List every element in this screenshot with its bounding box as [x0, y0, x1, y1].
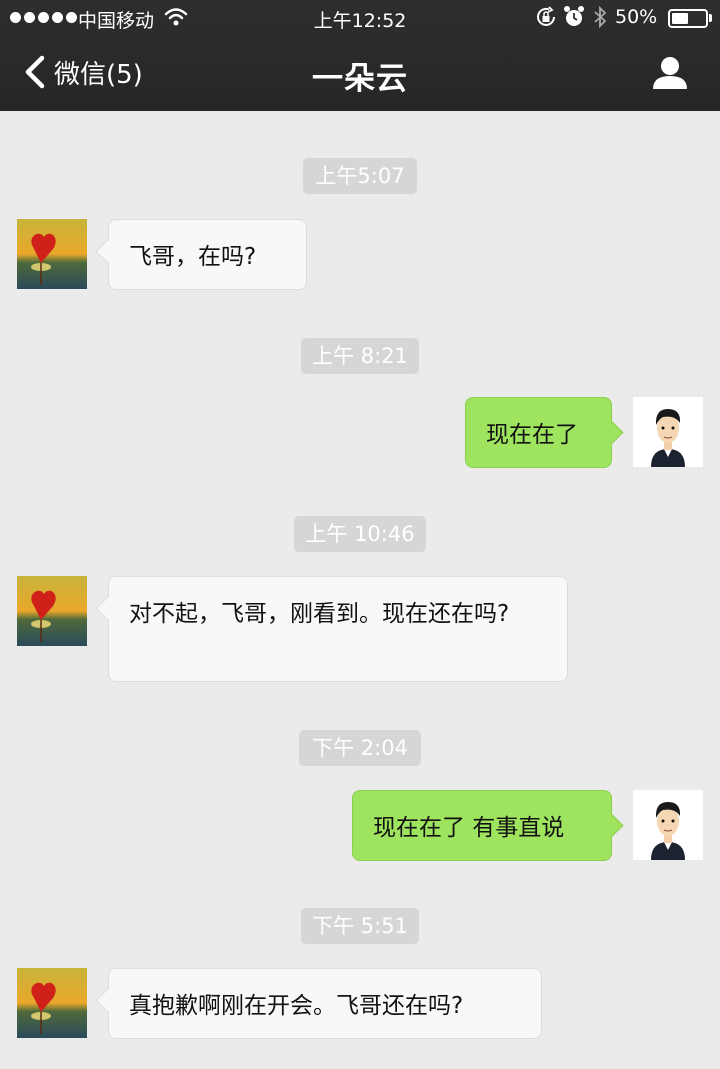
- message-text: 真抱歉啊刚在开会。飞哥还在吗?: [129, 993, 464, 1019]
- person-icon[interactable]: [650, 55, 690, 91]
- alarm-icon: [564, 6, 584, 26]
- timestamp: 下午 5:51: [301, 908, 419, 944]
- message-bubble-incoming[interactable]: 飞哥，在吗?: [108, 219, 307, 290]
- contact-avatar[interactable]: [17, 968, 87, 1038]
- bluetooth-icon: [594, 5, 607, 29]
- timestamp: 下午 2:04: [299, 730, 421, 766]
- contact-avatar[interactable]: [17, 576, 87, 646]
- battery-percent: 50%: [615, 6, 658, 28]
- status-time: 上午12:52: [313, 10, 407, 32]
- battery-icon: [668, 9, 708, 28]
- chat-title: 一朵云: [312, 61, 408, 97]
- battery-cap: [709, 14, 712, 22]
- message-text: 对不起，飞哥，刚看到。现在还在吗?: [129, 601, 510, 627]
- message-text: 现在在了 有事直说: [373, 815, 565, 841]
- my-avatar[interactable]: [633, 790, 703, 860]
- message-bubble-outgoing[interactable]: 现在在了 有事直说: [352, 790, 612, 861]
- timestamp: 上午 8:21: [301, 338, 419, 374]
- my-avatar[interactable]: [633, 397, 703, 467]
- message-bubble-incoming[interactable]: 真抱歉啊刚在开会。飞哥还在吗?: [108, 968, 542, 1039]
- message-text: 飞哥，在吗?: [129, 244, 257, 270]
- message-bubble-outgoing[interactable]: 现在在了: [465, 397, 612, 468]
- message-text: 现在在了: [486, 422, 578, 448]
- timestamp: 上午5:07: [303, 158, 417, 194]
- contact-avatar[interactable]: [17, 219, 87, 289]
- message-bubble-incoming[interactable]: 对不起，飞哥，刚看到。现在还在吗?: [108, 576, 568, 682]
- top-bar: 中国移动 上午12:52 50% 微信(5) 一朵云: [0, 0, 720, 111]
- rotation-lock-icon: [537, 6, 555, 26]
- status-bar: 中国移动 上午12:52 50%: [0, 0, 720, 36]
- timestamp: 上午 10:46: [294, 516, 426, 552]
